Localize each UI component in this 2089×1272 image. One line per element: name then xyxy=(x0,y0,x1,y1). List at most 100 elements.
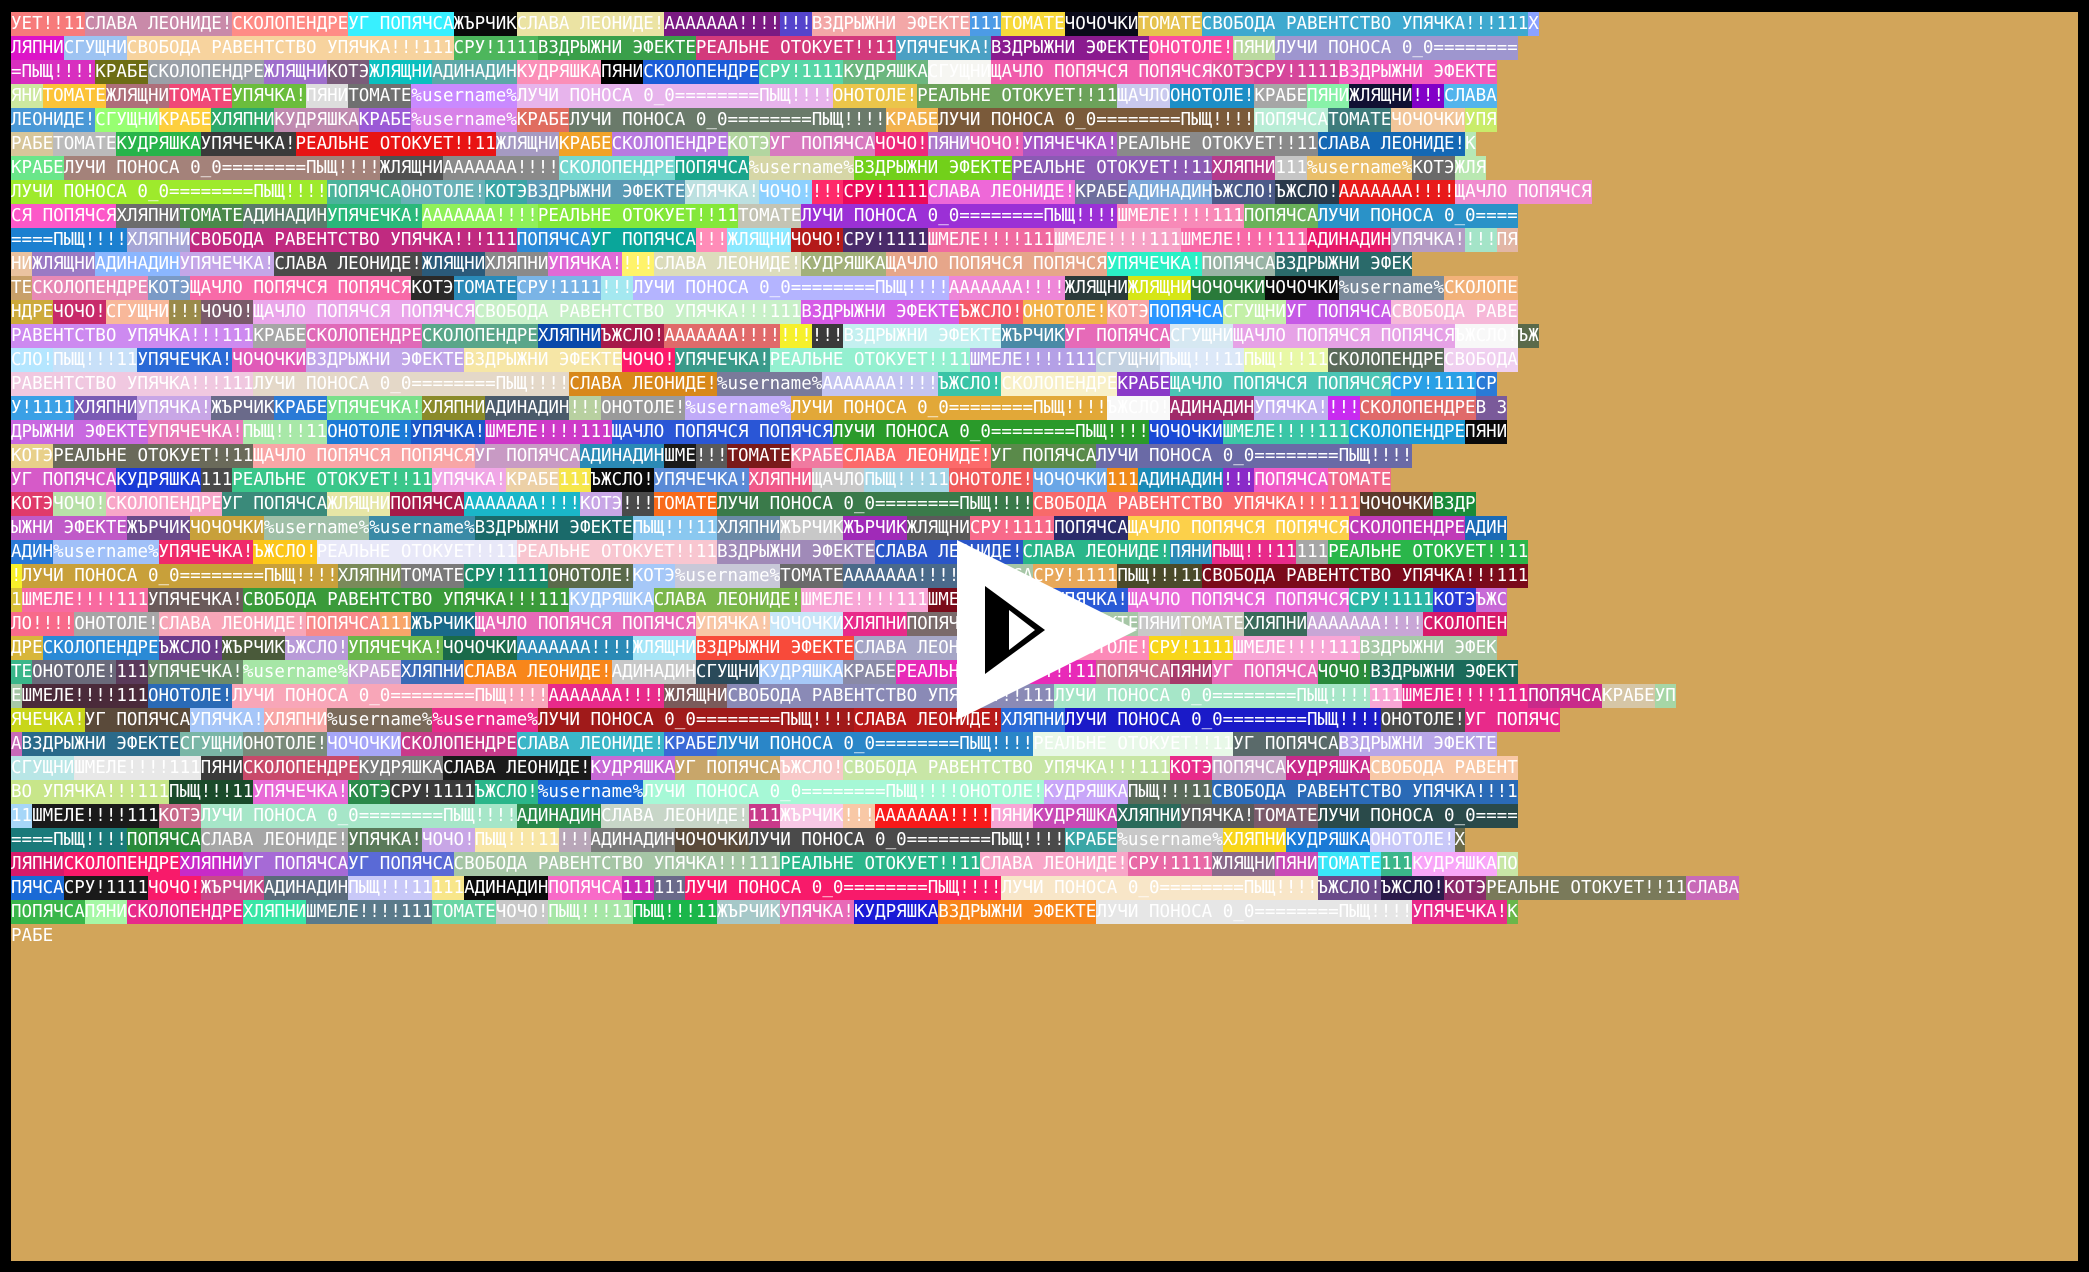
text-segment: ОНОТОЛЕ! xyxy=(1380,708,1466,732)
text-segment: !!! xyxy=(811,324,844,348)
text-row: СЛО!ПЫЩ!!!11УПЯЧЕЧКА!ЧОЧОЧКИВЗДРЫЖНИ ЭФЕ… xyxy=(11,348,2078,372)
text-segment: УПЯЧЕЧКА! xyxy=(896,36,991,60)
text-segment: КРАБЕ xyxy=(1075,180,1128,204)
text-segment: ХЛЯПНИ xyxy=(1222,828,1286,852)
text-segment: ТОМАТЕ xyxy=(1328,468,1392,492)
text-row: КОТЭРЕАЛЬНЕ ОТОКУЕТ!!11ЩАЧЛО ПОПЯЧСЯ ПОП… xyxy=(11,444,2078,468)
text-segment: ПОПЯЧСА xyxy=(390,492,465,516)
text-segment: ЛУЧИ ПОНОСА 0_0========ПЫЩ!!!! xyxy=(537,708,854,732)
text-row: ====ПЫЩ!!!!ПОПЯЧСАСЛАВА ЛЕОНИДЕ!УПЯЧКА!Ч… xyxy=(11,828,2078,852)
text-segment: !!! xyxy=(843,804,875,828)
text-segment: ЛУЧИ ПОНОСА 0_0========ПЫЩ!!!! xyxy=(716,492,1034,516)
text-row: ЛЯПНИСГУЩНИСВОБОДА РАВЕНТСТВО УПЯЧКА!!!1… xyxy=(11,36,2078,60)
text-segment: СГУЩНИ xyxy=(95,108,159,132)
text-segment: !!! xyxy=(780,324,812,348)
text-segment: ЛУЧИ ПОНОСА 0_0==== xyxy=(1317,204,1518,228)
text-segment: СРУ!1111 xyxy=(1148,636,1234,660)
text-segment: ОНОТОЛЕ! xyxy=(1170,84,1255,108)
text-segment: =ПЫЩ!!!! xyxy=(11,60,96,84)
text-segment: ШМЕЛЕ!!!!111 xyxy=(306,900,433,924)
text-segment: ПЫЩ!!!11 xyxy=(348,876,433,900)
text-segment: ЪЖСЛО! xyxy=(158,636,222,660)
text-segment: АДИНАДИН xyxy=(242,204,328,228)
text-segment: СЛАВА ЛЕОНИДЕ! xyxy=(653,588,802,612)
text-segment: УПЯЧЕЧКА! xyxy=(158,540,254,564)
text-segment: %username% xyxy=(263,516,370,540)
text-segment: ЖЪРЧИК xyxy=(716,900,781,924)
text-segment: %username% xyxy=(716,372,823,396)
text-segment: КОТЭ xyxy=(147,276,191,300)
text-segment: ЛУЧИ ПОНОСА 0_0========ПЫЩ!!!! xyxy=(716,732,1034,756)
text-segment: ЩАЧЛО ПОПЯЧСЯ ПОПЯЧСЯ xyxy=(1170,372,1392,396)
text-segment: ПЫЩ!!!11 xyxy=(1212,540,1297,564)
text-segment: УГ ПОПЯЧСА xyxy=(769,132,876,156)
text-segment: ПЫЩ!!!11 xyxy=(1127,780,1213,804)
play-icon[interactable] xyxy=(957,540,1137,720)
text-segment: !!! xyxy=(1328,396,1360,420)
text-segment: УПЯЧКА! xyxy=(780,900,854,924)
text-segment: 111 xyxy=(200,468,233,492)
text-segment: ЖЪРЧИК xyxy=(411,612,475,636)
text-segment: ТОМАТЕ xyxy=(727,444,791,468)
text-segment: ТОМАТЕ xyxy=(1254,804,1318,828)
text-segment: ПЯНИ xyxy=(1170,540,1213,564)
text-segment: ЖЛЯЩНИ xyxy=(906,516,970,540)
text-segment: 111 xyxy=(1275,156,1307,180)
text-segment: РЕАЛЬНЕ ОТОКУЕТ!!11 xyxy=(769,348,970,372)
text-row: АВЗДРЫЖНИ ЭФЕКТЕСГУЩНИОНОТОЛЕ!ЧОЧОЧКИСКО… xyxy=(11,732,2078,756)
text-segment: КОТЭ xyxy=(1170,756,1213,780)
text-row: КОТЭЧОЧО!СКОЛОПЕНДРЕУГ ПОПЯЧСАЖЛЯЩНИПОПЯ… xyxy=(11,492,2078,516)
text-segment: К xyxy=(1507,900,1518,924)
text-row: НИЖЛЯЩНИАДИНАДИНУПЯЧЕЧКА!СЛАВА ЛЕОНИДЕ!Ж… xyxy=(11,252,2078,276)
text-segment: УПЯЧКА! xyxy=(1180,804,1255,828)
text-segment: ЖЛЯЩНИ xyxy=(632,636,696,660)
text-segment: ЧОЧО! xyxy=(1317,660,1371,684)
text-segment: КОТЭ xyxy=(1212,60,1255,84)
text-row: ====ПЫЩ!!!!ХЛЯПНИСВОБОДА РАВЕНТСТВО УПЯЧ… xyxy=(11,228,2078,252)
text-segment: ШМЕЛЕ!!!!111 xyxy=(21,588,148,612)
text-segment: ПЫЩ!!!11 xyxy=(169,780,254,804)
text-segment: ААААААА!!!! xyxy=(516,636,633,660)
text-segment: ЧОЧО! xyxy=(875,132,928,156)
text-segment: АДИНАДИН xyxy=(263,876,349,900)
text-segment: ЧОЧО! xyxy=(622,348,675,372)
text-segment: АДИНАДИН xyxy=(579,444,665,468)
text-segment: КРАБЕ xyxy=(274,396,328,420)
text-segment: КОТЭ xyxy=(485,180,528,204)
text-segment: УП xyxy=(1654,684,1676,708)
text-segment: ЖЛЯ xyxy=(1454,156,1487,180)
text-segment: ЖЪРЧИК xyxy=(200,876,264,900)
text-segment: КРАБЕ xyxy=(790,444,844,468)
text-segment: ТОМАТЕ xyxy=(453,276,517,300)
text-segment: СЛАВА ЛЕОНИДЕ! xyxy=(843,444,991,468)
text-segment: УПЯЧЕЧКА! xyxy=(179,252,275,276)
text-segment: ПЫЩ!!!11 xyxy=(1159,348,1244,372)
text-segment: %username% xyxy=(1306,156,1413,180)
text-segment: ВЗДРЫЖНИ ЭФЕКТЕ xyxy=(990,36,1149,60)
text-segment: ПОПЯЧСА xyxy=(1243,204,1318,228)
text-segment: СГУЩНИ xyxy=(179,732,243,756)
text-segment: ТОМАТЕ xyxy=(653,492,717,516)
text-row: У!1111ХЛЯПНИУПЯЧКА!ЖЪРЧИККРАБЕУПЯЧЕЧКА!Х… xyxy=(11,396,2078,420)
text-segment: ЪЖСЛО! xyxy=(1212,180,1276,204)
text-segment: ЧОЧОЧКИ xyxy=(190,516,264,540)
text-segment: УПЯЧКА! xyxy=(548,252,623,276)
text-segment: СКОЛОПЕНДРЕ xyxy=(400,732,517,756)
text-segment: КОТЭ xyxy=(158,804,201,828)
text-segment: СКОЛОПЕНДРЕ xyxy=(558,156,675,180)
text-segment: ОНОТОЛЕ! xyxy=(601,396,686,420)
text-segment: СРУ!1111 xyxy=(390,780,475,804)
text-row: СГУЩНИШМЕЛЕ!!!!111ПЯНИСКОЛОПЕНДРЕКУДРЯШК… xyxy=(11,756,2078,780)
text-segment: ЖЛЯЩНИ xyxy=(664,684,728,708)
text-segment: АДИНАДИН xyxy=(95,252,180,276)
text-segment: КУДРЯШКА xyxy=(759,660,844,684)
text-row: РАБЕ xyxy=(11,924,2078,948)
text-segment: КОТЭ xyxy=(1433,588,1476,612)
text-segment: УПЯЧЕЧКА! xyxy=(253,780,349,804)
text-segment: ЧОЧОЧКИ xyxy=(1191,276,1265,300)
text-segment: У!1111 xyxy=(11,396,75,420)
text-segment: УПЯЧКА! xyxy=(411,420,486,444)
text-segment: ХЛЯПНИ xyxy=(1117,804,1181,828)
text-segment: КРАБЕ xyxy=(158,108,212,132)
text-segment: КУДРЯШКА xyxy=(116,468,201,492)
